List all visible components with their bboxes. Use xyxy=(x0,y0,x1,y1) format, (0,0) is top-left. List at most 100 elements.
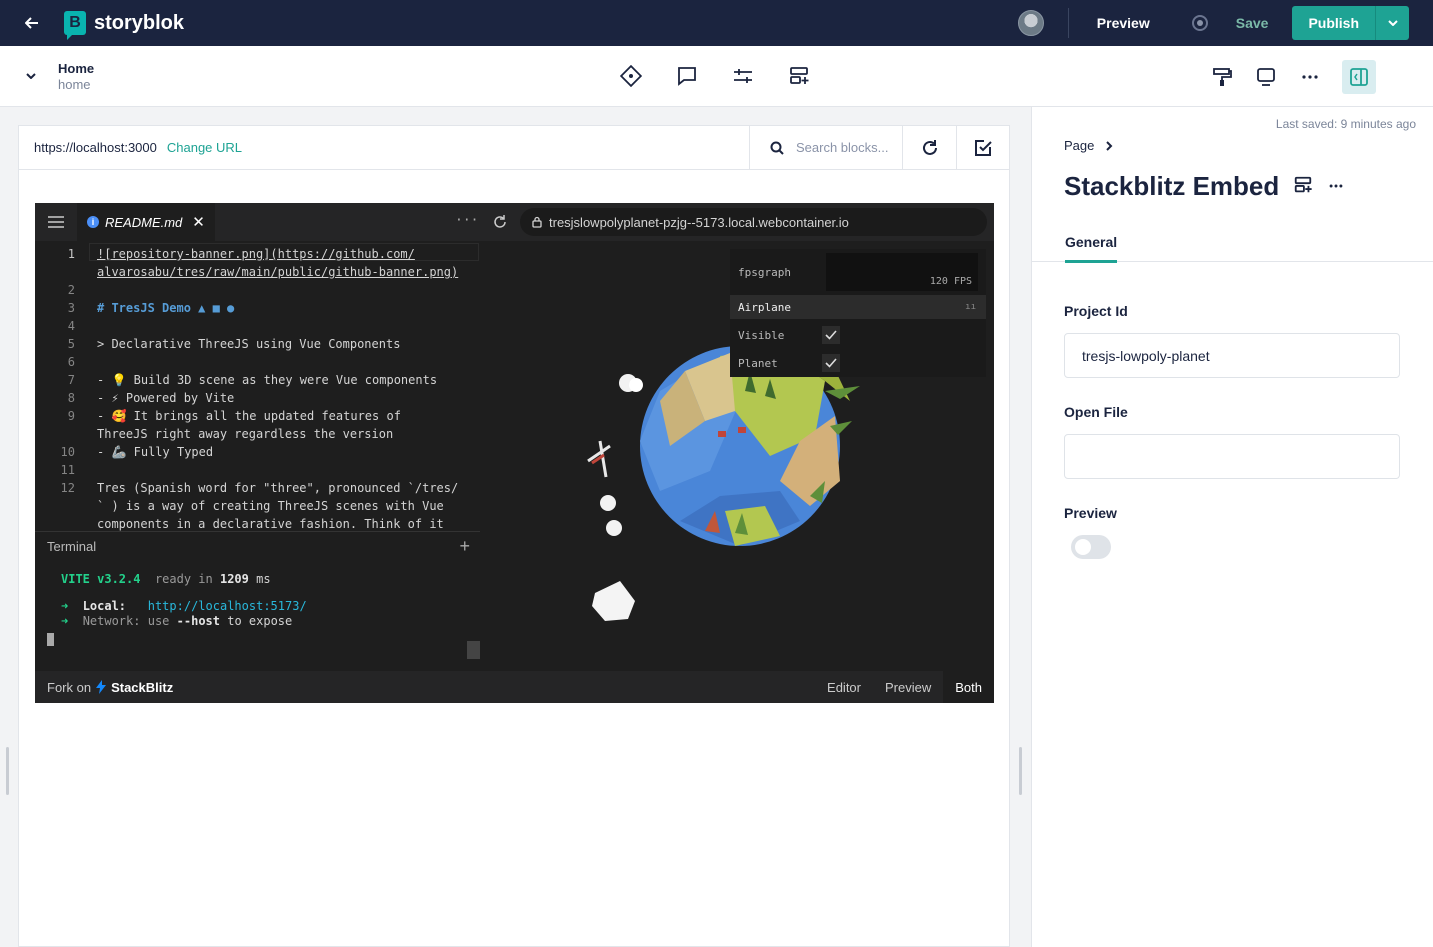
planet-checkbox[interactable] xyxy=(822,354,840,372)
refresh-icon[interactable] xyxy=(480,214,520,230)
last-saved-status: Last saved: 9 minutes ago xyxy=(1275,117,1416,131)
resize-handle-right[interactable] xyxy=(1019,747,1022,795)
publish-button[interactable]: Publish xyxy=(1292,6,1375,40)
view-preview-button[interactable]: Preview xyxy=(873,671,943,703)
terminal-scrollbar[interactable] xyxy=(467,641,480,659)
close-icon[interactable]: ✕ xyxy=(192,213,205,231)
code-editor[interactable]: 1 ![repository-banner.png](https://github… xyxy=(35,241,480,531)
view-both-button[interactable]: Both xyxy=(943,671,994,703)
edit-check-icon[interactable] xyxy=(956,126,1009,169)
tab-general[interactable]: General xyxy=(1065,234,1118,263)
publish-dropdown-chevron-icon[interactable] xyxy=(1375,6,1409,40)
ms-unit: ms xyxy=(256,572,271,586)
code-line: Tres (Spanish word for "three", pronounc… xyxy=(97,481,459,495)
network-use: use xyxy=(147,614,170,628)
tab-readme[interactable]: i README.md ✕ xyxy=(77,203,215,241)
hamburger-menu-icon[interactable] xyxy=(35,215,77,229)
ready-text: ready in xyxy=(154,572,213,586)
visible-label: Visible xyxy=(738,328,785,342)
line-number: 1 xyxy=(67,247,75,261)
sidebar-toggle-icon[interactable] xyxy=(1342,60,1376,94)
line-number: 5 xyxy=(67,337,75,351)
add-block-icon[interactable] xyxy=(1293,171,1313,202)
folder-collapse-icon[interactable]: ıı xyxy=(965,302,976,312)
search-placeholder: Search blocks... xyxy=(796,140,889,155)
more-options-icon[interactable] xyxy=(1327,171,1345,202)
preview-url: https://localhost:3000 xyxy=(34,140,157,155)
preview-url-field[interactable]: tresjslowpolyplanet-pzjg--5173.local.web… xyxy=(520,208,987,236)
storyblok-logo[interactable]: B storyblok xyxy=(64,11,185,40)
components-diamond-icon[interactable] xyxy=(619,64,643,88)
change-url-link[interactable]: Change URL xyxy=(167,140,242,155)
more-options-icon[interactable] xyxy=(1298,60,1322,94)
story-title: Home xyxy=(58,61,95,76)
add-block-icon[interactable] xyxy=(787,64,811,88)
info-icon: i xyxy=(87,216,99,228)
project-id-label: Project Id xyxy=(1064,303,1128,319)
lock-icon xyxy=(532,216,542,228)
logo-text: storyblok xyxy=(94,11,185,34)
save-button[interactable]: Save xyxy=(1236,15,1269,31)
record-icon[interactable] xyxy=(1191,15,1208,31)
paint-roller-icon[interactable] xyxy=(1210,60,1234,94)
tab-label: README.md xyxy=(105,214,183,230)
sliders-icon[interactable] xyxy=(731,64,755,88)
back-arrow-icon[interactable] xyxy=(0,0,64,46)
terminal-cursor xyxy=(47,633,54,646)
fps-unit: FPS xyxy=(953,276,972,287)
stackblitz-brand: StackBlitz xyxy=(111,679,174,695)
device-preview-icon[interactable] xyxy=(1254,60,1278,94)
page-title: Stackblitz Embed xyxy=(1064,171,1280,201)
code-line: - 🥰 It brings all the updated features o… xyxy=(97,409,401,423)
lightning-icon xyxy=(96,680,107,694)
preview-button[interactable]: Preview xyxy=(1097,15,1150,31)
network-rest: to expose xyxy=(227,614,293,628)
story-breadcrumb[interactable]: Home home xyxy=(58,61,94,92)
breadcrumb[interactable]: Page xyxy=(1064,138,1113,153)
line-number: 3 xyxy=(67,301,75,315)
line-number: 9 xyxy=(67,409,75,423)
fps-graph: 120 FPS xyxy=(826,253,978,291)
search-blocks-input[interactable]: Search blocks... xyxy=(749,126,902,169)
preview-address-bar: tresjslowpolyplanet-pzjg--5173.local.web… xyxy=(480,203,994,241)
line-number: 11 xyxy=(60,463,75,477)
fork-on-stackblitz-link[interactable]: Fork on StackBlitz xyxy=(47,680,173,695)
breadcrumb-page[interactable]: Page xyxy=(1064,138,1094,153)
code-line: ` ) is a way of creating ThreeJS scenes … xyxy=(97,499,444,513)
folder-label: Airplane xyxy=(738,300,791,314)
more-tabs-icon[interactable]: ··· xyxy=(455,213,478,228)
preview-label: Preview xyxy=(1064,505,1117,521)
3d-preview[interactable]: fpsgraph 120 FPS Airplane ıı Visible Pla… xyxy=(480,241,994,671)
open-file-field[interactable] xyxy=(1064,434,1400,479)
resize-handle-left[interactable] xyxy=(6,747,9,795)
ready-ms: 1209 xyxy=(219,572,249,586)
preview-frame: https://localhost:3000 Change URL Search… xyxy=(18,125,1010,947)
stackblitz-embed: i README.md ✕ ··· tresjslowpolyplanet-pz… xyxy=(35,203,994,703)
preview-toggle[interactable] xyxy=(1071,535,1111,559)
code-line: # TresJS Demo ▲ ■ ● xyxy=(97,301,235,315)
line-number: 12 xyxy=(60,481,75,495)
fork-on-text: Fork on xyxy=(47,679,92,695)
block-title-row: Stackblitz Embed xyxy=(1064,171,1345,202)
project-id-field[interactable]: tresjs-lowpoly-planet xyxy=(1064,333,1400,378)
fpsgraph-label: fpsgraph xyxy=(738,265,791,279)
avatar[interactable] xyxy=(1017,10,1044,36)
editor-toolbar: Home home xyxy=(0,46,1433,107)
network-flag: --host xyxy=(176,614,220,628)
view-editor-button[interactable]: Editor xyxy=(815,671,873,703)
reload-icon[interactable] xyxy=(902,126,956,169)
terminal-label: Terminal xyxy=(47,539,97,554)
open-file-label: Open File xyxy=(1064,404,1128,420)
visible-checkbox[interactable] xyxy=(822,326,840,344)
airplane-folder[interactable]: Airplane ıı xyxy=(730,295,986,319)
add-terminal-icon[interactable]: + xyxy=(459,536,470,557)
local-label: Local: xyxy=(82,599,127,613)
code-line: - ⚡ Powered by Vite xyxy=(97,391,235,405)
line-number: 8 xyxy=(67,391,75,405)
chevron-down-icon[interactable] xyxy=(26,68,36,82)
local-url[interactable]: http://localhost:5173/ xyxy=(148,599,307,613)
editor-tab-bar: i README.md ✕ ··· xyxy=(35,203,480,241)
block-editor-panel: Last saved: 9 minutes ago Page Stackblit… xyxy=(1031,107,1433,947)
comment-icon[interactable] xyxy=(675,64,699,88)
terminal-output[interactable]: VITE v3.2.4 ready in 1209 ms ➜ Local: ht… xyxy=(35,561,480,671)
